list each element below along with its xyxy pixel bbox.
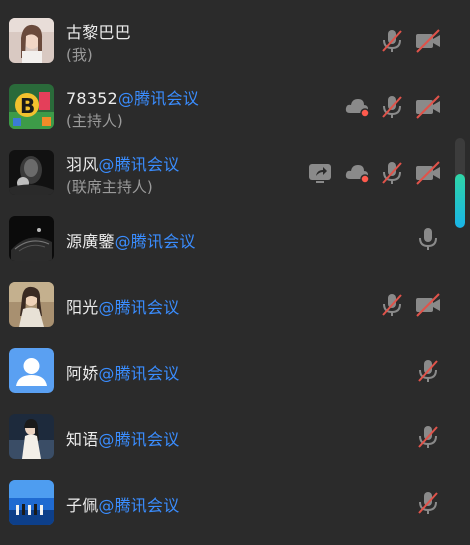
scrollbar[interactable]: [455, 138, 465, 228]
mic-muted-icon[interactable]: [414, 423, 442, 451]
participant-list: 古黎巴巴 (我) B 78352@腾讯会议 (主持人) 羽风@腾讯会议 (联席主…: [0, 0, 470, 545]
participant-row[interactable]: 源廣鑒@腾讯会议: [0, 206, 450, 272]
avatar: [9, 348, 54, 393]
participant-name: 阳光@腾讯会议: [66, 298, 180, 317]
avatar: B: [9, 84, 54, 129]
avatar: [9, 414, 54, 459]
mic-muted-icon[interactable]: [414, 357, 442, 385]
participant-role: (我): [66, 46, 93, 64]
svg-text:B: B: [20, 94, 35, 118]
cloud-recording-icon[interactable]: [343, 159, 371, 187]
camera-off-icon[interactable]: [414, 27, 442, 55]
mic-muted-icon[interactable]: [378, 291, 406, 319]
participant-row[interactable]: 知语@腾讯会议: [0, 404, 450, 470]
mic-muted-icon[interactable]: [414, 489, 442, 517]
participant-name: 古黎巴巴: [66, 23, 131, 42]
participant-name: 羽风@腾讯会议: [66, 155, 180, 174]
avatar: [9, 150, 54, 195]
camera-off-icon[interactable]: [414, 159, 442, 187]
avatar: [9, 282, 54, 327]
screen-share-icon[interactable]: [306, 159, 334, 187]
participant-row[interactable]: 阿娇@腾讯会议: [0, 338, 450, 404]
participant-row[interactable]: 子佩@腾讯会议: [0, 470, 450, 536]
mic-muted-icon[interactable]: [378, 27, 406, 55]
participant-name: 子佩@腾讯会议: [66, 496, 180, 515]
cloud-recording-icon[interactable]: [343, 93, 371, 121]
participant-name: 源廣鑒@腾讯会议: [66, 232, 196, 251]
mic-muted-icon[interactable]: [378, 159, 406, 187]
participant-name: 知语@腾讯会议: [66, 430, 180, 449]
avatar: [9, 216, 54, 261]
mic-icon[interactable]: [414, 225, 442, 253]
scrollbar-thumb[interactable]: [455, 174, 465, 228]
participant-name: 阿娇@腾讯会议: [66, 364, 180, 383]
participant-role: (联席主持人): [66, 178, 153, 196]
camera-off-icon[interactable]: [414, 93, 442, 121]
avatar: [9, 18, 54, 63]
participant-name: 78352@腾讯会议: [66, 89, 199, 108]
participant-role: (主持人): [66, 112, 123, 130]
mic-muted-icon[interactable]: [378, 93, 406, 121]
camera-off-icon[interactable]: [414, 291, 442, 319]
avatar: [9, 480, 54, 525]
